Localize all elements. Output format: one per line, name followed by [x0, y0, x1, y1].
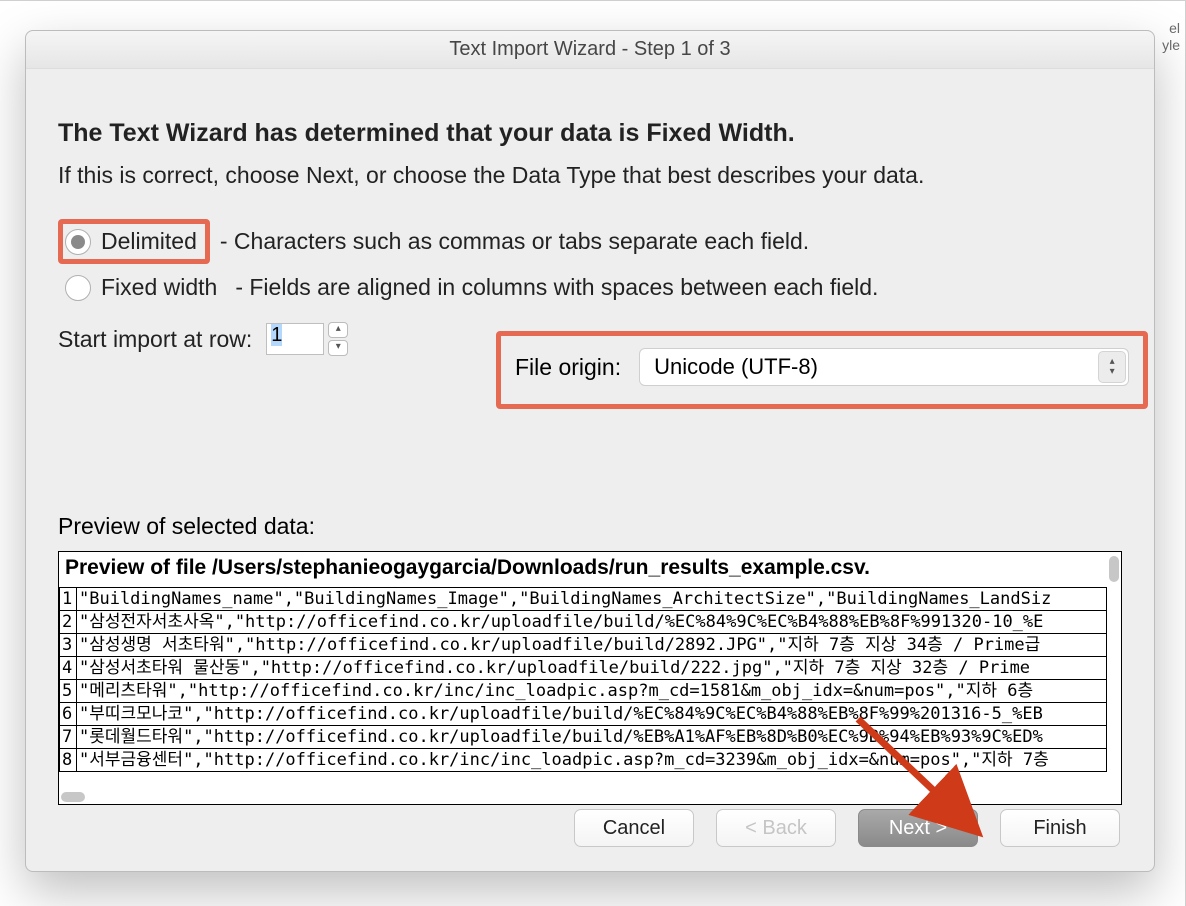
preview-horizontal-scrollbar[interactable]	[61, 792, 1107, 802]
preview-line-text: "메리츠타워","http://officefind.co.kr/inc/inc…	[77, 680, 1107, 703]
preview-line: 7"롯데월드타워","http://officefind.co.kr/uploa…	[59, 726, 1107, 749]
preview-line-text: "롯데월드타워","http://officefind.co.kr/upload…	[77, 726, 1107, 749]
preview-line-text: "서부금융센터","http://officefind.co.kr/inc/in…	[77, 749, 1107, 772]
preview-line-number: 1	[59, 587, 77, 611]
preview-line: 8"서부금융센터","http://officefind.co.kr/inc/i…	[59, 749, 1107, 772]
fixed-width-label[interactable]: Fixed width	[101, 274, 217, 301]
preview-line-number: 7	[59, 726, 77, 749]
preview-line: 5"메리츠타워","http://officefind.co.kr/inc/in…	[59, 680, 1107, 703]
file-origin-highlight-box: File origin: Unicode (UTF-8) ▴▾	[496, 331, 1148, 409]
preview-line: 3"삼성생명 서초타워","http://officefind.co.kr/up…	[59, 634, 1107, 657]
fixed-width-radio[interactable]	[65, 275, 91, 301]
delimited-radio[interactable]	[65, 229, 91, 255]
file-origin-value: Unicode (UTF-8)	[654, 354, 818, 380]
delimited-highlight-box: Delimited	[58, 219, 210, 264]
preview-line-number: 5	[59, 680, 77, 703]
delimited-label[interactable]: Delimited	[101, 228, 197, 255]
preview-header: Preview of file /Users/stephanieogaygarc…	[59, 552, 1121, 587]
start-row-input[interactable]: 1	[266, 323, 324, 355]
preview-line-number: 8	[59, 749, 77, 772]
preview-line: 4"삼성서초타워 물산동","http://officefind.co.kr/u…	[59, 657, 1107, 680]
preview-line-number: 4	[59, 657, 77, 680]
file-origin-label: File origin:	[515, 354, 621, 381]
preview-line-text: "삼성서초타워 물산동","http://officefind.co.kr/up…	[77, 657, 1107, 680]
dialog-subtext: If this is correct, choose Next, or choo…	[58, 162, 1122, 189]
dialog-heading: The Text Wizard has determined that your…	[58, 119, 1122, 148]
preview-line: 1"BuildingNames_name","BuildingNames_Ima…	[59, 587, 1107, 611]
preview-line-text: "BuildingNames_name","BuildingNames_Imag…	[77, 587, 1107, 611]
preview-line: 2"삼성전자서초사옥","http://officefind.co.kr/upl…	[59, 611, 1107, 634]
preview-line-number: 6	[59, 703, 77, 726]
background-partial-text: el yle	[1162, 20, 1180, 54]
text-import-wizard-dialog: Text Import Wizard - Step 1 of 3 The Tex…	[25, 30, 1155, 872]
preview-line-text: "부띠크모나코","http://officefind.co.kr/upload…	[77, 703, 1107, 726]
preview-line-number: 3	[59, 634, 77, 657]
dialog-titlebar: Text Import Wizard - Step 1 of 3	[26, 31, 1154, 69]
preview-vertical-scrollbar[interactable]	[1109, 556, 1119, 788]
preview-line-text: "삼성생명 서초타워","http://officefind.co.kr/upl…	[77, 634, 1107, 657]
start-import-label: Start import at row:	[58, 326, 252, 353]
start-row-step-up[interactable]: ▴	[328, 322, 348, 338]
preview-pane: Preview of file /Users/stephanieogaygarc…	[58, 551, 1122, 805]
preview-line-number: 2	[59, 611, 77, 634]
file-origin-select[interactable]: Unicode (UTF-8) ▴▾	[639, 348, 1129, 386]
start-row-step-down[interactable]: ▾	[328, 340, 348, 356]
fixed-width-desc: - Fields are aligned in columns with spa…	[235, 274, 878, 301]
select-arrows-icon: ▴▾	[1098, 351, 1126, 383]
finish-button[interactable]: Finish	[1000, 809, 1120, 847]
back-button[interactable]: < Back	[716, 809, 836, 847]
preview-lines: 1"BuildingNames_name","BuildingNames_Ima…	[59, 587, 1121, 772]
preview-line: 6"부띠크모나코","http://officefind.co.kr/uploa…	[59, 703, 1107, 726]
preview-line-text: "삼성전자서초사옥","http://officefind.co.kr/uplo…	[77, 611, 1107, 634]
preview-label: Preview of selected data:	[58, 513, 315, 540]
delimited-desc: - Characters such as commas or tabs sepa…	[220, 228, 809, 255]
next-button[interactable]: Next >	[858, 809, 978, 847]
dialog-title: Text Import Wizard - Step 1 of 3	[449, 38, 730, 61]
cancel-button[interactable]: Cancel	[574, 809, 694, 847]
